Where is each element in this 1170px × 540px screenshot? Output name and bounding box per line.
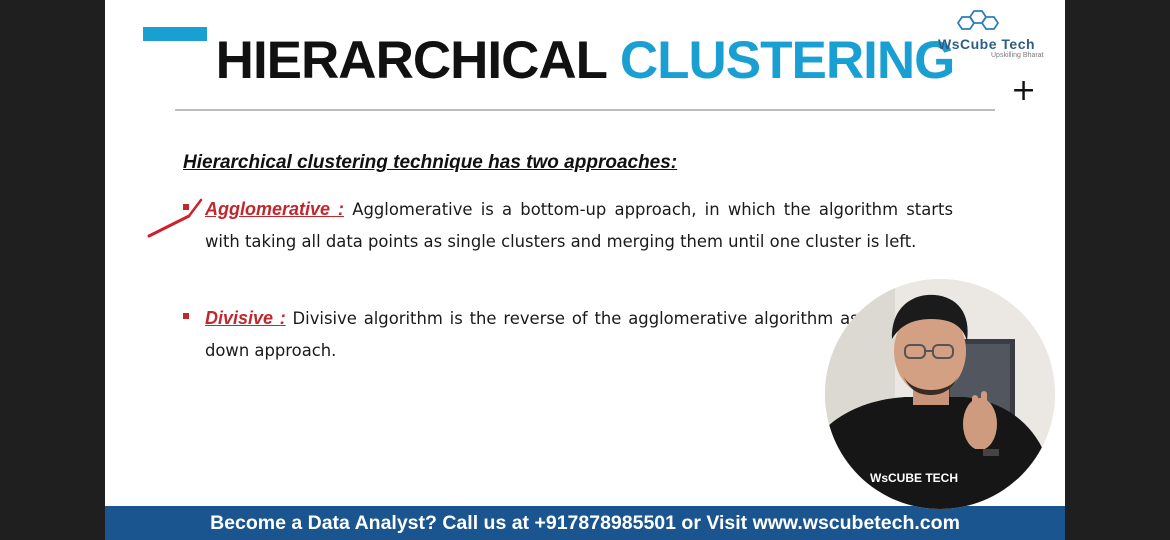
hexagon-logo-icon — [956, 10, 1000, 30]
term-divisive: Divisive : — [205, 308, 286, 328]
presenter-webcam: WsCUBE TECH — [825, 279, 1055, 509]
cta-banner: Become a Data Analyst? Call us at +91787… — [105, 506, 1065, 540]
slide-title: HIERARCHICAL CLUSTERING — [105, 28, 1065, 94]
plus-icon: + — [1011, 73, 1037, 108]
shirt-logo-text: WsCUBE TECH — [870, 471, 958, 485]
presenter-image: WsCUBE TECH — [825, 279, 1055, 509]
checkmark-annotation-icon — [147, 198, 203, 238]
logo-name: WsCube Tech — [938, 36, 1036, 52]
section-heading: Hierarchical clustering technique has tw… — [183, 152, 678, 173]
logo-tagline: Upskilling Bharat — [991, 52, 1044, 59]
wscube-logo: WsCube Tech Upskilling Bharat — [935, 8, 1065, 68]
bullet-text: Agglomerative : Agglomerative is a botto… — [205, 193, 953, 258]
title-part-2: CLUSTERING — [619, 31, 955, 90]
title-divider — [175, 109, 995, 111]
term-agglomerative: Agglomerative : — [205, 199, 345, 219]
bullet-agglomerative: Agglomerative : Agglomerative is a botto… — [183, 193, 953, 258]
bullet-marker — [183, 313, 189, 319]
title-part-1: HIERARCHICAL — [215, 31, 607, 90]
